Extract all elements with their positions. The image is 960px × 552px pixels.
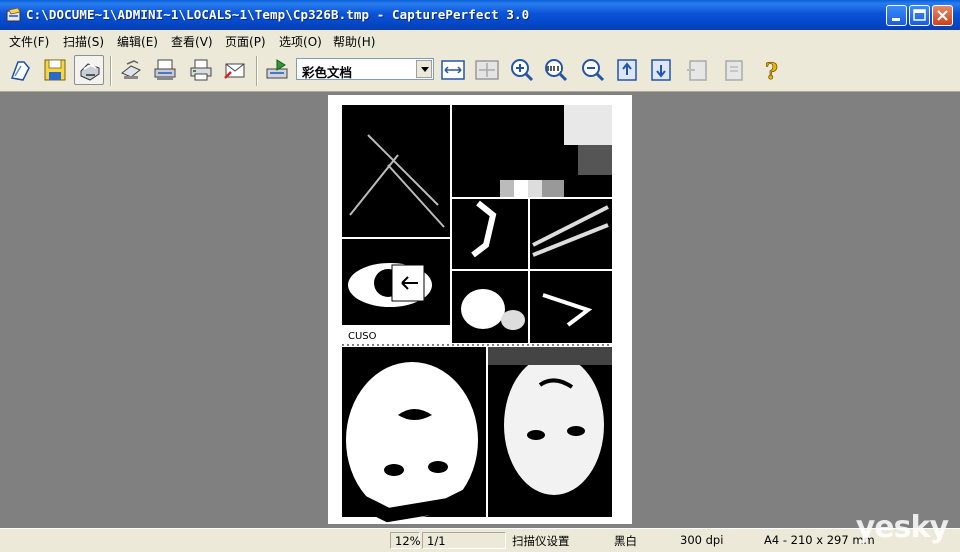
print-icon bbox=[190, 59, 212, 81]
save-button[interactable] bbox=[40, 55, 70, 85]
scan-page-icon bbox=[154, 59, 176, 80]
chevron-down-icon[interactable] bbox=[416, 60, 432, 78]
page-indicator: 1/1 bbox=[422, 532, 506, 549]
save-disk-icon bbox=[44, 59, 66, 81]
insert-page-button[interactable] bbox=[682, 55, 712, 85]
open-button[interactable] bbox=[6, 55, 36, 85]
help-button[interactable]: ? bbox=[757, 55, 787, 85]
next-page-button[interactable] bbox=[646, 55, 676, 85]
svg-text:?: ? bbox=[765, 59, 778, 82]
scan-mode-select[interactable]: 彩色文档 bbox=[296, 58, 434, 80]
menu-page[interactable]: 页面(P) bbox=[225, 33, 266, 50]
scan-to-app-button[interactable] bbox=[262, 55, 292, 85]
toolbar-separator bbox=[110, 56, 112, 86]
menu-bar: 文件(F) 扫描(S) 编辑(E) 查看(V) 页面(P) 选项(O) 帮助(H… bbox=[0, 30, 960, 50]
app-icon bbox=[6, 7, 21, 22]
menu-scan[interactable]: 扫描(S) bbox=[63, 33, 104, 50]
menu-help[interactable]: 帮助(H) bbox=[333, 33, 375, 50]
watermark: yesky bbox=[855, 510, 949, 545]
minimize-icon bbox=[892, 18, 900, 21]
menu-file[interactable]: 文件(F) bbox=[9, 33, 49, 50]
toolbar: ? bbox=[0, 50, 960, 92]
menu-edit[interactable]: 编辑(E) bbox=[117, 33, 158, 50]
scan-batch-icon bbox=[121, 60, 141, 79]
open-folder-icon bbox=[10, 61, 30, 81]
delete-page-button[interactable] bbox=[718, 55, 748, 85]
fit-page-icon bbox=[475, 60, 499, 80]
scanner-settings-label: 扫描仪设置 bbox=[512, 534, 570, 548]
close-button[interactable] bbox=[932, 5, 953, 26]
delete-page-icon bbox=[725, 60, 743, 81]
dpi-label: 300 dpi bbox=[680, 533, 724, 547]
scan-icon bbox=[80, 63, 100, 81]
toolbar-separator bbox=[256, 56, 258, 86]
prev-page-icon bbox=[617, 59, 637, 81]
scan-button[interactable] bbox=[74, 55, 104, 85]
zoom-level: 12% bbox=[390, 532, 421, 549]
status-bar: 12% 1/1 扫描仪设置 黑白 300 dpi A4 - 210 x 297 … bbox=[0, 528, 960, 552]
title-bar: C:\DOCUME~1\ADMINI~1\LOCALS~1\Temp\Cp326… bbox=[0, 0, 960, 30]
zoom-out-button[interactable] bbox=[578, 55, 608, 85]
fit-page-button[interactable] bbox=[472, 55, 502, 85]
menu-options[interactable]: 选项(O) bbox=[279, 33, 322, 50]
scan-batch-button[interactable] bbox=[116, 55, 146, 85]
fit-width-button[interactable] bbox=[438, 55, 468, 85]
scan-page-button[interactable] bbox=[150, 55, 180, 85]
insert-page-icon bbox=[687, 60, 707, 81]
close-icon bbox=[937, 10, 948, 21]
scanned-image: CUSO bbox=[328, 95, 632, 524]
zoom-in-button[interactable] bbox=[507, 55, 537, 85]
zoom-out-icon bbox=[582, 59, 605, 82]
next-page-icon bbox=[651, 59, 671, 81]
document-view[interactable]: CUSO bbox=[5, 93, 955, 527]
window-title: C:\DOCUME~1\ADMINI~1\LOCALS~1\Temp\Cp326… bbox=[26, 7, 530, 22]
menu-view[interactable]: 查看(V) bbox=[171, 33, 213, 50]
fit-width-icon bbox=[441, 60, 465, 80]
zoom-100-icon bbox=[545, 59, 568, 82]
email-icon bbox=[224, 63, 245, 79]
svg-text:CUSO: CUSO bbox=[348, 331, 377, 342]
print-button[interactable] bbox=[186, 55, 216, 85]
scan-to-app-icon bbox=[266, 59, 288, 79]
minimize-button[interactable] bbox=[886, 5, 907, 26]
scan-mode-value: 彩色文档 bbox=[302, 65, 353, 80]
prev-page-button[interactable] bbox=[612, 55, 642, 85]
help-icon: ? bbox=[765, 59, 779, 82]
email-button[interactable] bbox=[220, 55, 250, 85]
zoom-in-icon bbox=[511, 59, 534, 82]
maximize-button[interactable] bbox=[909, 5, 930, 26]
maximize-icon bbox=[913, 9, 926, 21]
color-mode-label: 黑白 bbox=[614, 534, 637, 548]
scanned-page: CUSO bbox=[328, 95, 632, 524]
zoom-100-button[interactable] bbox=[541, 55, 571, 85]
